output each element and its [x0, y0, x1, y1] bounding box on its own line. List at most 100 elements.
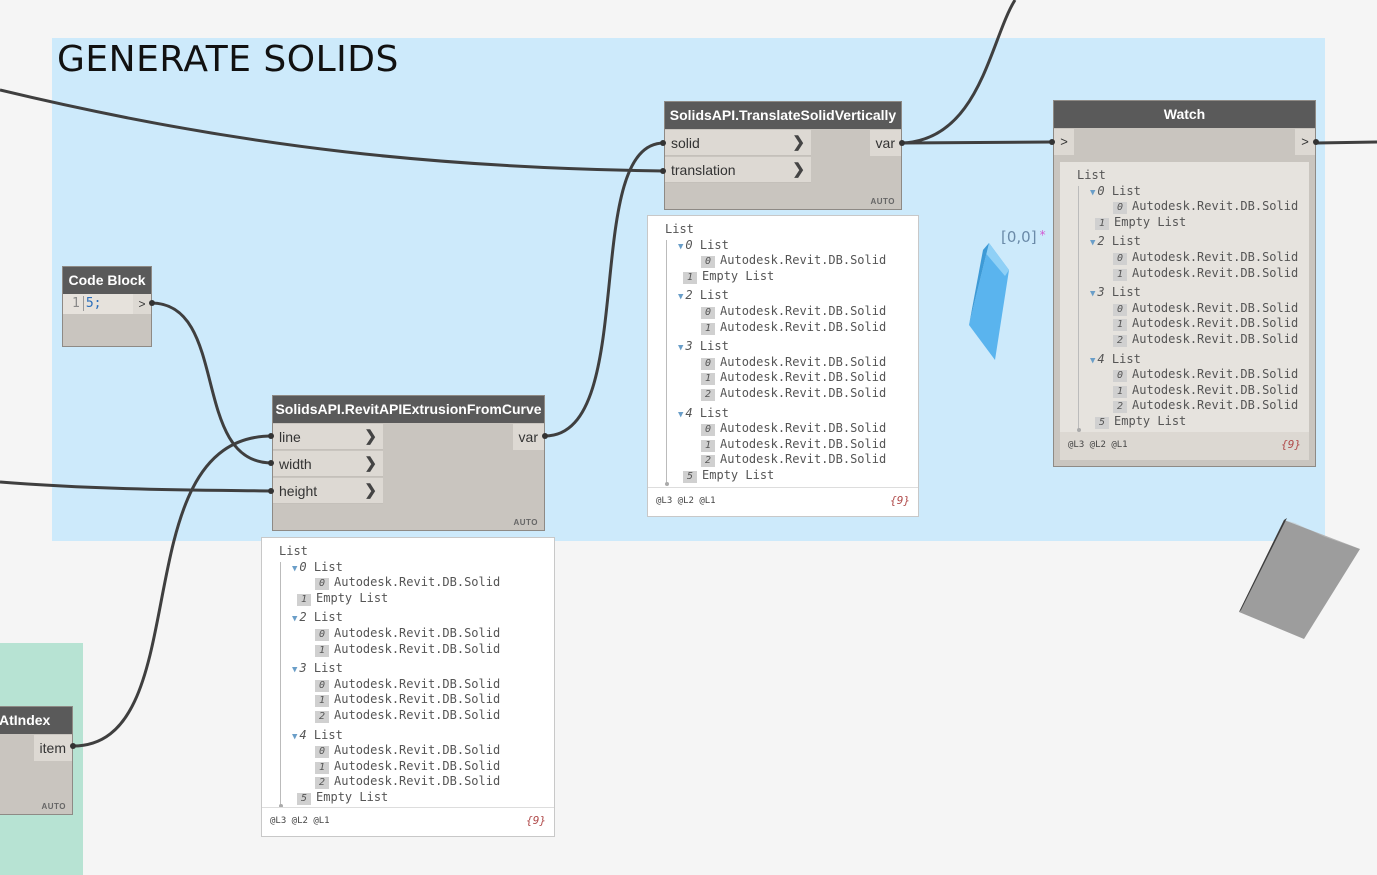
- tree-item-row: 0 Autodesk.Revit.DB.Solid: [315, 743, 500, 759]
- tree-item-row: 2 Autodesk.Revit.DB.Solid: [1113, 398, 1298, 414]
- tree-item-row: 1 Autodesk.Revit.DB.Solid: [315, 642, 500, 657]
- tree-root-label: List: [1077, 168, 1106, 182]
- translate-out-dot[interactable]: [899, 140, 905, 146]
- port-var[interactable]: var: [512, 424, 544, 450]
- tree-item-row: 0 Autodesk.Revit.DB.Solid: [1113, 250, 1298, 265]
- port-item[interactable]: item: [33, 735, 72, 761]
- collapse-triangle-icon[interactable]: ▼: [1090, 238, 1095, 248]
- collapse-triangle-icon[interactable]: ▼: [678, 410, 683, 420]
- tree-item-row: 1 Autodesk.Revit.DB.Solid: [315, 759, 500, 774]
- tree-list-row: ▼ 3 List: [678, 339, 729, 354]
- tree-item-row: 0 Autodesk.Revit.DB.Solid: [701, 304, 886, 319]
- port-height[interactable]: height ❯: [273, 478, 383, 504]
- chevron-right-icon: ❯: [792, 161, 805, 178]
- tree-item-row: 2 Autodesk.Revit.DB.Solid: [1113, 332, 1298, 347]
- chevron-right-icon: ❯: [364, 455, 377, 472]
- tree-list-row: ▼ 0 List: [678, 237, 729, 252]
- tree-empty-row: 1 Empty List: [683, 269, 774, 284]
- tree-item-row: 2 Autodesk.Revit.DB.Solid: [315, 708, 500, 723]
- blue-solid[interactable]: [965, 240, 1015, 365]
- getitem-title: AtIndex: [0, 707, 72, 734]
- tree-item-row: 0 Autodesk.Revit.DB.Solid: [315, 677, 500, 692]
- extrusion-preview[interactable]: List ▼ 0 List 0 Autodesk.Revit.DB.Solid 1 Empt…: [261, 537, 555, 837]
- watch-node[interactable]: Watch > > List ▼ 0 List 0 Autodesk.Revit.DB.…: [1053, 100, 1316, 467]
- port-width-label: width: [279, 456, 312, 472]
- port-line-label: line: [279, 429, 301, 445]
- extrusion-out-dot[interactable]: [542, 433, 548, 439]
- gray-solid[interactable]: [1235, 515, 1365, 645]
- translate-in-dot-translation[interactable]: [660, 168, 666, 174]
- level-indicators[interactable]: @L3 @L2 @L1: [270, 816, 330, 826]
- tree-item-row: 1 Autodesk.Revit.DB.Solid: [701, 320, 886, 335]
- chevron-right-icon: ❯: [792, 134, 805, 151]
- tree-item-row: 0 Autodesk.Revit.DB.Solid: [315, 575, 500, 591]
- collapse-triangle-icon[interactable]: ▼: [292, 614, 297, 624]
- collapse-triangle-icon[interactable]: ▼: [1090, 188, 1095, 198]
- tree-item-row: 2 Autodesk.Revit.DB.Solid: [315, 774, 500, 790]
- port-width[interactable]: width ❯: [273, 451, 383, 477]
- tree-list-row: ▼ 3 List: [1090, 285, 1141, 300]
- level-indicators[interactable]: @L3 @L2 @L1: [1068, 440, 1128, 450]
- item-count: {9}: [890, 494, 910, 507]
- watch-input-port[interactable]: >: [1054, 129, 1074, 155]
- watch-out-dot[interactable]: [1313, 139, 1319, 145]
- tree-root-label: List: [665, 222, 694, 236]
- collapse-triangle-icon[interactable]: ▼: [1090, 289, 1095, 299]
- code-block-out-dot[interactable]: [149, 300, 155, 306]
- extrusion-in-dot-height[interactable]: [268, 488, 274, 494]
- port-line[interactable]: line ❯: [273, 424, 383, 450]
- translate-node[interactable]: SolidsAPI.TranslateSolidVertically solid…: [664, 101, 902, 210]
- lacing-auto[interactable]: AUTO: [870, 197, 895, 206]
- tree-item-row: 2 Autodesk.Revit.DB.Solid: [701, 386, 886, 401]
- tree-empty-row: 5 Empty List: [683, 468, 774, 483]
- tree-item-row: 1 Autodesk.Revit.DB.Solid: [1113, 266, 1298, 281]
- tree-empty-row: 5 Empty List: [297, 790, 388, 805]
- preview-footer: @L3 @L2 @L1 {9}: [262, 807, 554, 836]
- collapse-triangle-icon[interactable]: ▼: [678, 242, 683, 252]
- code-text[interactable]: 5;: [82, 296, 102, 311]
- extrusion-node[interactable]: SolidsAPI.RevitAPIExtrusionFromCurve lin…: [272, 395, 545, 531]
- tree-item-row: 1 Autodesk.Revit.DB.Solid: [701, 437, 886, 452]
- translate-in-dot-solid[interactable]: [660, 140, 666, 146]
- tree-item-row: 0 Autodesk.Revit.DB.Solid: [1113, 199, 1298, 215]
- tree-item-row: 0 Autodesk.Revit.DB.Solid: [1113, 367, 1298, 383]
- tree-root: List: [665, 222, 694, 236]
- tree-list-row: ▼ 2 List: [678, 288, 729, 303]
- watch-tree[interactable]: List ▼ 0 List 0 Autodesk.Revit.DB.Solid 1 Empt…: [1060, 162, 1309, 460]
- port-var[interactable]: var: [869, 130, 901, 156]
- watch-output-port[interactable]: >: [1295, 129, 1315, 155]
- collapse-triangle-icon[interactable]: ▼: [1090, 356, 1095, 366]
- wire-watch-out: [1315, 140, 1377, 145]
- tree-guide-line: [666, 239, 667, 484]
- tree-item-row: 0 Autodesk.Revit.DB.Solid: [315, 626, 500, 641]
- extrusion-in-dot-width[interactable]: [268, 460, 274, 466]
- collapse-triangle-icon[interactable]: ▼: [292, 665, 297, 675]
- lacing-auto[interactable]: AUTO: [41, 802, 66, 811]
- code-block-node[interactable]: Code Block 1 5; >: [62, 266, 152, 347]
- item-count: {9}: [526, 814, 546, 827]
- tree-item-row: 0 Autodesk.Revit.DB.Solid: [701, 355, 886, 370]
- level-indicators[interactable]: @L3 @L2 @L1: [656, 496, 716, 506]
- port-solid-label: solid: [671, 135, 700, 151]
- collapse-triangle-icon[interactable]: ▼: [292, 732, 297, 742]
- getitem-node[interactable]: AtIndex item AUTO: [0, 706, 73, 815]
- collapse-triangle-icon[interactable]: ▼: [292, 564, 297, 574]
- tree-item-row: 1 Autodesk.Revit.DB.Solid: [1113, 383, 1298, 398]
- lacing-auto[interactable]: AUTO: [513, 518, 538, 527]
- collapse-triangle-icon[interactable]: ▼: [678, 292, 683, 302]
- tree-list-row: ▼ 3 List: [292, 661, 343, 676]
- watch-title: Watch: [1054, 101, 1315, 128]
- collapse-triangle-icon[interactable]: ▼: [678, 343, 683, 353]
- extrusion-in-dot-line[interactable]: [268, 433, 274, 439]
- port-solid[interactable]: solid ❯: [665, 130, 811, 156]
- item-count: {9}: [1281, 438, 1301, 451]
- tree-item-row: 1 Autodesk.Revit.DB.Solid: [315, 692, 500, 708]
- tree-item-row: 2 Autodesk.Revit.DB.Solid: [701, 452, 886, 468]
- tree-list-row: ▼ 2 List: [292, 610, 343, 625]
- translate-preview[interactable]: List ▼ 0 List 0 Autodesk.Revit.DB.Solid 1 Empt…: [647, 215, 919, 517]
- watch-in-dot[interactable]: [1049, 139, 1055, 145]
- port-translation[interactable]: translation ❯: [665, 157, 811, 183]
- tree-root: List: [279, 544, 308, 558]
- getitem-out-dot[interactable]: [70, 743, 76, 749]
- line-number: 1: [72, 296, 80, 311]
